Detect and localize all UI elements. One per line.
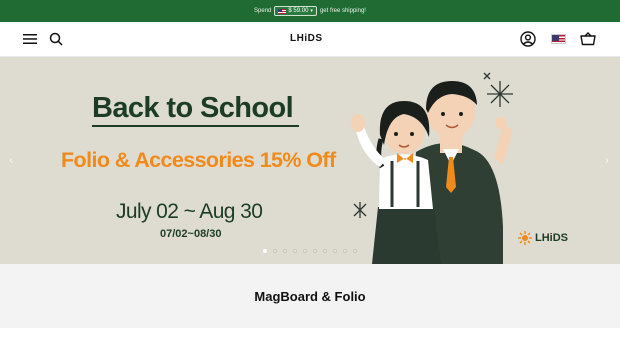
carousel-dot[interactable] [313,249,317,253]
carousel-dot[interactable] [333,249,337,253]
hero-banner[interactable]: ‹ › Back to School Folio & Accessories 1… [0,57,620,264]
carousel-next-button[interactable]: › [602,154,612,166]
collection-section: MagBoard & Folio [0,264,620,328]
announcement-text-after: get free shipping! [319,8,366,14]
announcement-text-before: Spend [254,8,272,14]
site-header: LHiDS [0,22,620,57]
carousel-dot[interactable] [263,249,267,253]
carousel-dot[interactable] [303,249,307,253]
chevron-down-icon: ▾ [310,8,313,14]
hero-subtitle: Folio & Accessories 15% Off [61,148,336,172]
carousel-dot[interactable] [283,249,287,253]
carousel-dot[interactable] [323,249,327,253]
search-icon[interactable] [48,31,64,47]
hero-title: Back to School [92,92,300,127]
carousel-dot[interactable] [273,249,277,253]
hero-dates: July 02 ~ Aug 30 [116,200,263,223]
carousel-prev-button[interactable]: ‹ [6,154,16,166]
sun-logo-icon [518,231,532,245]
carousel-dot[interactable] [343,249,347,253]
section-title: MagBoard & Folio [254,288,366,304]
free-shipping-amount: $ 59.00 [288,8,309,14]
us-flag-icon[interactable] [550,31,566,47]
hero-dates-short: 07/02~08/30 [160,228,222,240]
hamburger-menu-icon[interactable] [22,31,38,47]
account-icon[interactable] [520,31,536,47]
hero-brand-text: LHiDS [535,232,568,244]
carousel-dot[interactable] [293,249,297,253]
cart-basket-icon[interactable] [580,31,596,47]
carousel-dot[interactable] [353,249,357,253]
announcement-bar: Spend $ 59.00 ▾ get free shipping! [0,0,620,22]
currency-selector[interactable]: $ 59.00 ▾ [274,6,317,16]
us-flag-icon [278,8,287,14]
site-logo[interactable]: LHiDS [290,33,323,44]
hero-brand-logo: LHiDS [518,231,568,245]
carousel-dots [263,249,357,253]
